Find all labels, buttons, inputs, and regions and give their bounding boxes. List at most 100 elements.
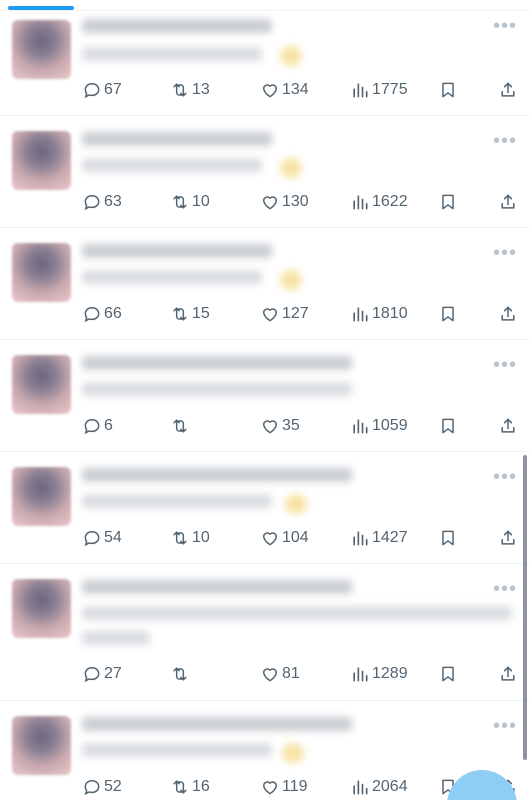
tweet-actions: 6 35 1059 — [82, 414, 522, 438]
share-button[interactable] — [498, 302, 518, 326]
tweet-actions: 27 81 1289 — [82, 662, 522, 686]
reply-button[interactable]: 52 — [82, 775, 122, 799]
reply-button[interactable]: 6 — [82, 414, 113, 438]
blurred-text — [82, 270, 262, 284]
retweet-count: 10 — [192, 193, 210, 210]
tweet-card[interactable]: ••• 52 16 119 2064 — [0, 701, 531, 800]
views-count: 1289 — [372, 665, 408, 682]
like-button[interactable]: 81 — [260, 662, 300, 686]
more-dots-icon[interactable]: ••• — [493, 467, 517, 487]
tweet-card[interactable]: ••• 63 10 130 1622 — [0, 116, 531, 228]
reply-button[interactable]: 54 — [82, 526, 122, 550]
retweet-button[interactable] — [170, 662, 192, 686]
avatar[interactable] — [12, 131, 71, 190]
retweet-icon — [173, 531, 187, 545]
tweet-card[interactable]: ••• 67 13 134 1775 — [0, 11, 531, 116]
more-dots-icon[interactable]: ••• — [493, 243, 517, 263]
reply-icon — [84, 194, 100, 211]
tweet-card[interactable]: ••• 27 81 1289 — [0, 564, 531, 701]
reply-button[interactable]: 27 — [82, 662, 122, 686]
reply-icon — [84, 666, 100, 683]
reply-icon — [84, 306, 100, 323]
avatar[interactable] — [12, 355, 71, 414]
share-button[interactable] — [498, 190, 518, 214]
like-count: 81 — [282, 665, 300, 682]
more-dots-icon[interactable]: ••• — [493, 131, 517, 151]
blurred-emoji — [280, 270, 302, 290]
retweet-button[interactable]: 10 — [170, 190, 210, 214]
retweet-icon — [173, 307, 187, 321]
reply-count: 63 — [104, 193, 122, 210]
share-icon — [501, 82, 515, 97]
bookmark-button[interactable] — [438, 190, 458, 214]
views-chart-icon — [353, 307, 368, 322]
reply-count: 66 — [104, 305, 122, 322]
bookmark-button[interactable] — [438, 662, 458, 686]
retweet-icon — [173, 419, 187, 433]
retweet-icon — [173, 83, 187, 97]
share-button[interactable] — [498, 78, 518, 102]
like-button[interactable]: 35 — [260, 414, 300, 438]
views-button[interactable]: 1289 — [350, 662, 408, 686]
scrollbar[interactable] — [523, 455, 527, 760]
avatar[interactable] — [12, 716, 71, 775]
avatar[interactable] — [12, 467, 71, 526]
views-button[interactable]: 1622 — [350, 190, 408, 214]
share-button[interactable] — [498, 414, 518, 438]
views-button[interactable]: 1059 — [350, 414, 408, 438]
more-dots-icon[interactable]: ••• — [493, 716, 517, 736]
bookmark-button[interactable] — [438, 526, 458, 550]
timeline-screen: ••• 67 13 134 1775 ••• 63 10 130 1622 ••… — [0, 0, 531, 800]
bookmark-button[interactable] — [438, 414, 458, 438]
more-dots-icon[interactable]: ••• — [493, 579, 517, 599]
views-button[interactable]: 1810 — [350, 302, 408, 326]
reply-count: 6 — [104, 417, 113, 434]
reply-button[interactable]: 67 — [82, 78, 122, 102]
avatar[interactable] — [12, 20, 71, 79]
views-count: 1775 — [372, 81, 408, 98]
heart-icon — [263, 532, 277, 546]
reply-button[interactable]: 66 — [82, 302, 122, 326]
bookmark-button[interactable] — [438, 78, 458, 102]
tweet-card[interactable]: ••• 54 10 104 1427 — [0, 452, 531, 564]
more-dots-icon[interactable]: ••• — [493, 355, 517, 375]
retweet-count: 16 — [192, 778, 210, 795]
retweet-button[interactable]: 10 — [170, 526, 210, 550]
views-button[interactable]: 1775 — [350, 78, 408, 102]
like-button[interactable]: 104 — [260, 526, 309, 550]
like-button[interactable]: 119 — [260, 775, 308, 799]
bookmark-icon — [442, 666, 454, 682]
views-button[interactable]: 1427 — [350, 526, 408, 550]
avatar[interactable] — [12, 579, 71, 638]
reply-button[interactable]: 63 — [82, 190, 122, 214]
share-button[interactable] — [498, 526, 518, 550]
retweet-icon — [173, 780, 187, 794]
blurred-emoji — [282, 743, 304, 763]
retweet-button[interactable]: 16 — [170, 775, 210, 799]
like-count: 35 — [282, 417, 300, 434]
retweet-button[interactable]: 15 — [170, 302, 210, 326]
tweet-actions: 54 10 104 1427 — [82, 526, 522, 550]
like-button[interactable]: 127 — [260, 302, 309, 326]
share-button[interactable] — [498, 662, 518, 686]
retweet-button[interactable] — [170, 414, 192, 438]
blurred-emoji — [280, 158, 302, 178]
bookmark-button[interactable] — [438, 302, 458, 326]
views-button[interactable]: 2064 — [350, 775, 408, 799]
blurred-text — [82, 158, 262, 172]
like-button[interactable]: 134 — [260, 78, 309, 102]
views-count: 1810 — [372, 305, 408, 322]
reply-count: 54 — [104, 529, 122, 546]
reply-icon — [84, 82, 100, 99]
blurred-text — [82, 631, 150, 645]
tweet-card[interactable]: ••• 6 35 1059 — [0, 340, 531, 452]
avatar[interactable] — [12, 243, 71, 302]
retweet-button[interactable]: 13 — [170, 78, 210, 102]
like-count: 127 — [282, 305, 309, 322]
blurred-author — [82, 132, 272, 146]
tweet-card[interactable]: ••• 66 15 127 1810 — [0, 228, 531, 340]
more-dots-icon[interactable]: ••• — [493, 16, 517, 36]
bookmark-icon — [442, 530, 454, 546]
blurred-author — [82, 19, 272, 33]
like-button[interactable]: 130 — [260, 190, 309, 214]
